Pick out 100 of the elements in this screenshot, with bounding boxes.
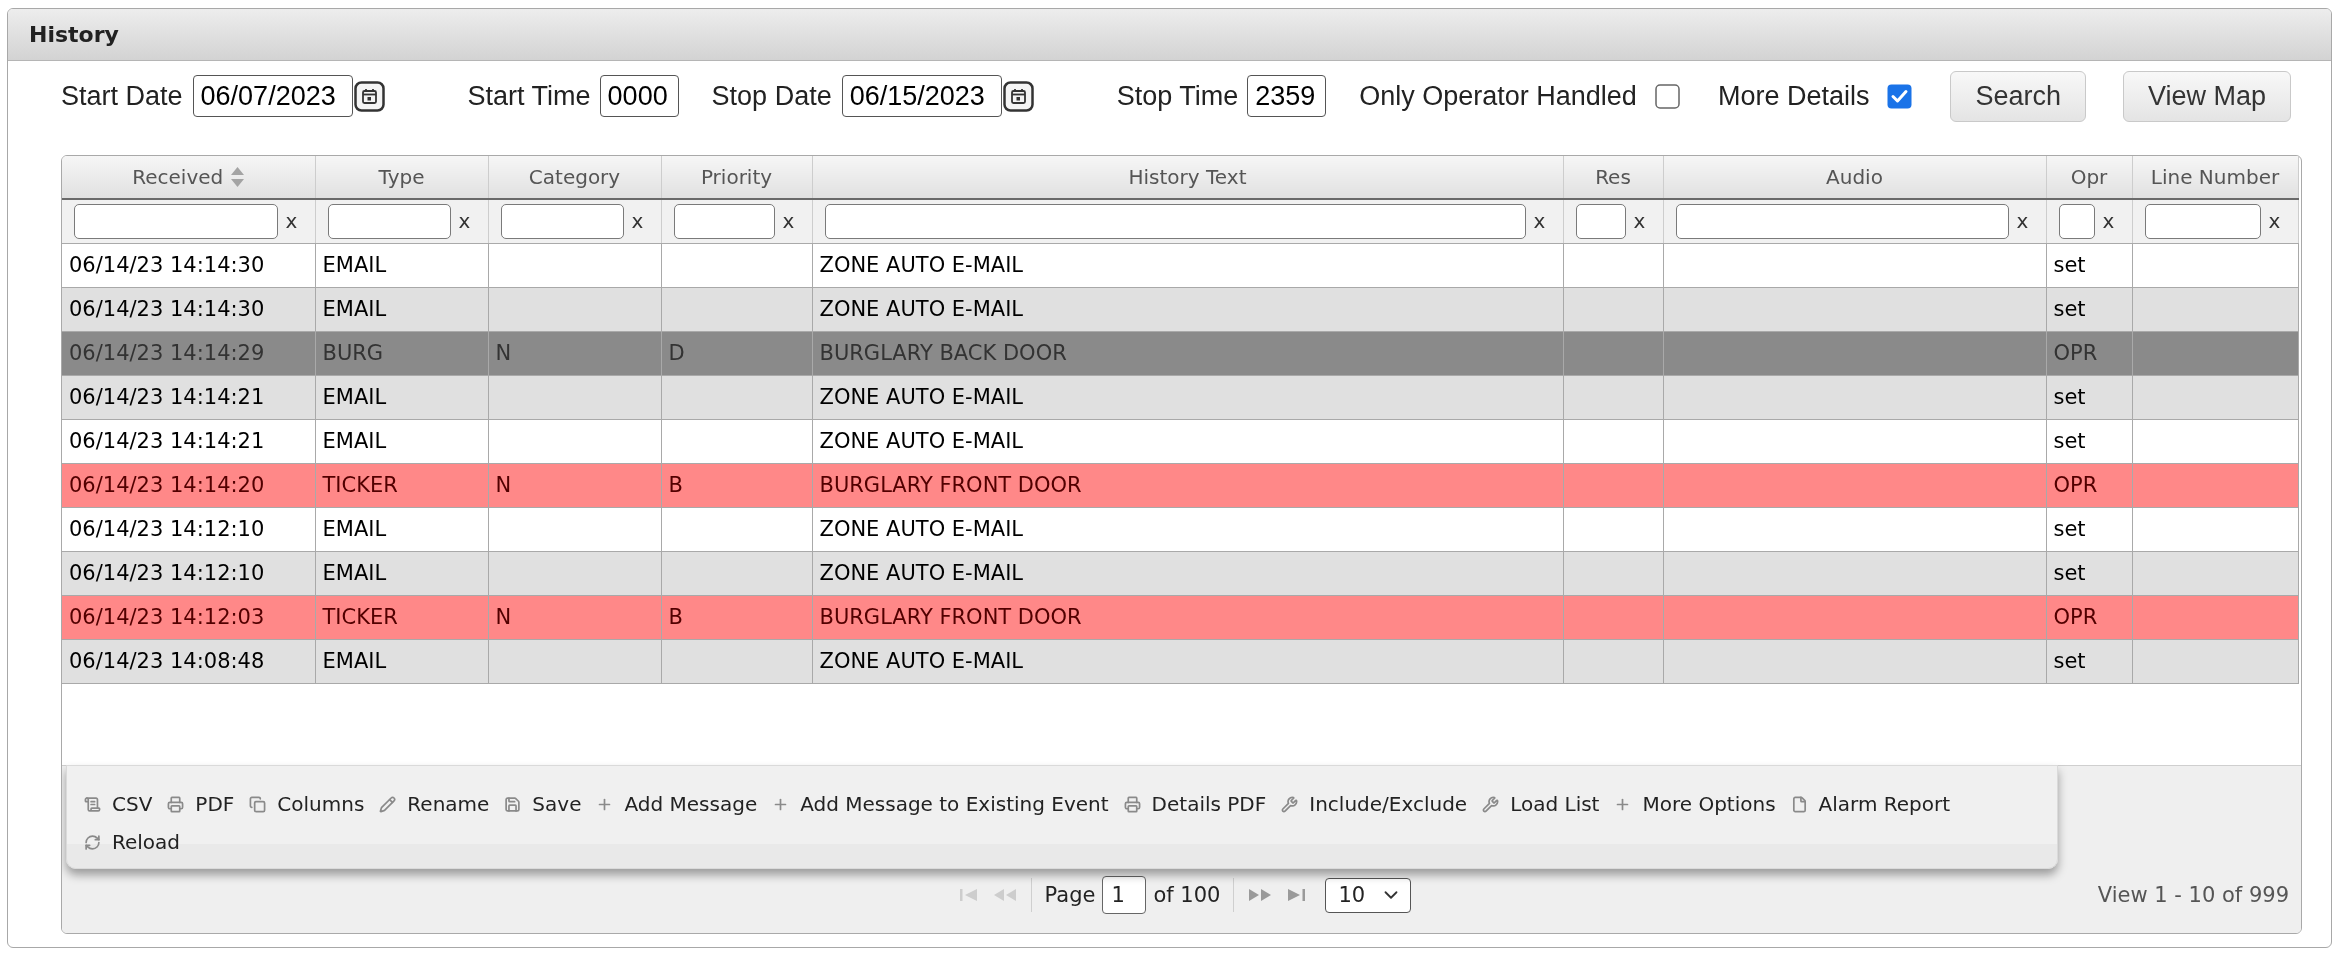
calendar-icon[interactable] [1002,80,1034,112]
page-field[interactable]: 1 [1102,876,1147,914]
column-header[interactable]: Line Number [2132,156,2298,199]
clear-filter-link[interactable]: x [631,209,644,234]
toolbar-button[interactable]: Reload [84,823,181,861]
column-header[interactable]: Res [1563,156,1663,199]
filter-field[interactable] [74,203,278,239]
date-field[interactable]: 06/15/2023 [841,75,1002,117]
sort-icon[interactable] [231,167,245,187]
table-cell: BURGLARY FRONT DOOR [812,463,1563,507]
column-header[interactable]: Audio [1663,156,2046,199]
column-header[interactable]: History Text [812,156,1563,199]
toolbar-button[interactable]: Details PDF [1123,785,1267,823]
table-cell: 06/14/23 14:14:29 [62,331,315,375]
table-cell: D [661,331,812,375]
table-cell: ZONE AUTO E-MAIL [812,375,1563,419]
panel-title: History [29,22,119,47]
toolbar-button[interactable]: Add Message to Existing Event [772,785,1109,823]
toolbar-button[interactable]: Save [504,785,582,823]
clear-filter-link[interactable]: x [2016,209,2029,234]
filter-field[interactable] [1575,203,1626,239]
filter-field[interactable] [824,203,1526,239]
table-row[interactable]: 06/14/23 14:14:21 EMAIL ZONE AUTO E-MAIL set [62,375,2298,419]
field-label: Start Time [467,80,591,112]
filter-field[interactable] [673,203,775,239]
filter-field[interactable] [1675,203,2009,239]
clear-filter-link[interactable]: x [2102,209,2115,234]
calendar-icon[interactable] [353,80,385,112]
wrench-icon [1482,795,1500,813]
table-cell: 06/14/23 14:12:10 [62,551,315,595]
time-field[interactable]: 2359 [1247,75,1327,117]
next-page-icon[interactable] [1248,888,1273,902]
toolbar-button[interactable]: Add Message [596,785,758,823]
toolbar-button[interactable]: CSV [84,785,153,823]
table-cell: ZONE AUTO E-MAIL [812,507,1563,551]
page-size-select[interactable]: 10 [1325,877,1412,913]
last-page-icon[interactable] [1288,888,1306,902]
toolbar-button[interactable]: PDF [167,785,235,823]
table-row[interactable]: 06/14/23 14:08:48 EMAIL ZONE AUTO E-MAIL set [62,639,2298,683]
pencil-icon [379,795,397,813]
filter-field[interactable] [500,203,624,239]
printer-icon [1123,795,1141,813]
record-summary: View 1 - 10 of 999 [2097,883,2290,907]
filter-field[interactable] [327,203,451,239]
table-cell: set [2046,551,2132,595]
toolbar-button[interactable]: More Options [1614,785,1776,823]
table-row[interactable]: 06/14/23 14:14:29 BURG N D BURGLARY BACK DOOR OPR [62,331,2298,375]
table-cell: 06/14/23 14:14:21 [62,419,315,463]
clear-filter-link[interactable]: x [1533,209,1546,234]
column-header[interactable]: Priority [661,156,812,199]
table-cell: EMAIL [315,287,488,331]
table-cell: EMAIL [315,639,488,683]
table-cell: N [488,595,661,639]
column-header[interactable]: Type [315,156,488,199]
toolbar-button[interactable]: Include/Exclude [1281,785,1468,823]
table-cell: ZONE AUTO E-MAIL [812,287,1563,331]
clear-filter-link[interactable]: x [2268,209,2281,234]
table-cell: EMAIL [315,419,488,463]
filter-field[interactable] [2058,203,2095,239]
checkbox-label: More Details [1717,80,1870,112]
table-row[interactable]: 06/14/23 14:14:20 TICKER N B BURGLARY FRONT DOOR OPR [62,463,2298,507]
table-row[interactable]: 06/14/23 14:12:10 EMAIL ZONE AUTO E-MAIL set [62,507,2298,551]
map-button[interactable]: View Map [2123,70,2292,122]
toolbar-button[interactable]: Alarm Report [1790,785,1951,823]
column-header[interactable]: Received [62,156,315,199]
wrench-icon [1281,795,1299,813]
table-row[interactable]: 06/14/23 14:12:03 TICKER N B BURGLARY FRONT DOOR OPR [62,595,2298,639]
time-field[interactable]: 0000 [599,75,679,117]
table-cell: N [488,463,661,507]
squares-icon [249,795,267,813]
table-cell: OPR [2046,595,2132,639]
clear-filter-link[interactable]: x [285,209,298,234]
search-button[interactable]: Search [1950,70,2086,122]
field-label: Stop Time [1116,80,1239,112]
filter-field[interactable] [2144,203,2261,239]
table-cell: ZONE AUTO E-MAIL [812,419,1563,463]
table-cell: B [661,595,812,639]
table-cell: 06/14/23 14:12:03 [62,595,315,639]
table-cell: ZONE AUTO E-MAIL [812,243,1563,287]
table-row[interactable]: 06/14/23 14:12:10 EMAIL ZONE AUTO E-MAIL set [62,551,2298,595]
table-cell: OPR [2046,463,2132,507]
table-cell: set [2046,507,2132,551]
toolbar-button[interactable]: Rename [379,785,490,823]
refresh-icon [84,833,101,851]
toolbar-button[interactable]: Columns [249,785,365,823]
toolbar-button[interactable]: Load List [1482,785,1600,823]
column-header[interactable]: Category [488,156,661,199]
table-cell: B [661,463,812,507]
checkbox[interactable] [1654,83,1680,109]
table-cell: ZONE AUTO E-MAIL [812,551,1563,595]
clear-filter-link[interactable]: x [458,209,471,234]
date-field[interactable]: 06/07/2023 [192,75,353,117]
clear-filter-link[interactable]: x [782,209,795,234]
table-cell: set [2046,243,2132,287]
clear-filter-link[interactable]: x [1633,209,1646,234]
column-header[interactable]: Opr [2046,156,2132,199]
table-row[interactable]: 06/14/23 14:14:21 EMAIL ZONE AUTO E-MAIL set [62,419,2298,463]
checkbox[interactable] [1887,83,1913,109]
table-row[interactable]: 06/14/23 14:14:30 EMAIL ZONE AUTO E-MAIL set [62,287,2298,331]
table-row[interactable]: 06/14/23 14:14:30 EMAIL ZONE AUTO E-MAIL set [62,243,2298,287]
